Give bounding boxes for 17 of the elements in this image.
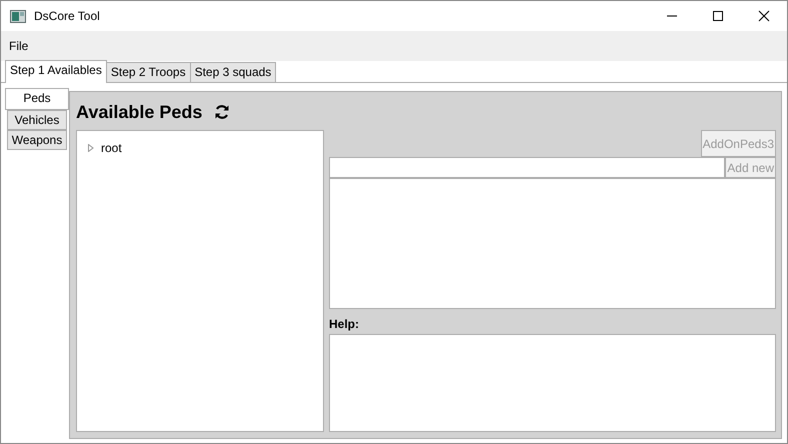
panel-heading: Available Peds (76, 100, 202, 124)
maximize-icon (712, 10, 724, 22)
help-label: Help: (329, 316, 359, 332)
side-tab[interactable]: Weapons (7, 130, 67, 150)
text-field[interactable] (329, 157, 726, 178)
tab[interactable]: Step 2 Troops (106, 62, 191, 82)
tree-item[interactable]: root (101, 139, 122, 157)
expand-arrow-icon[interactable] (87, 144, 95, 152)
side-tab[interactable]: Peds (5, 88, 69, 110)
side-tab[interactable]: Vehicles (7, 110, 67, 130)
tab[interactable]: Step 3 squads (190, 62, 276, 82)
app-icon (10, 10, 26, 22)
refresh-icon[interactable] (214, 104, 230, 120)
window-title: DsCore Tool (34, 8, 100, 25)
menu-item[interactable]: File (9, 37, 28, 55)
tab[interactable]: Step 1 Availables (5, 60, 107, 83)
close-icon (758, 10, 770, 22)
